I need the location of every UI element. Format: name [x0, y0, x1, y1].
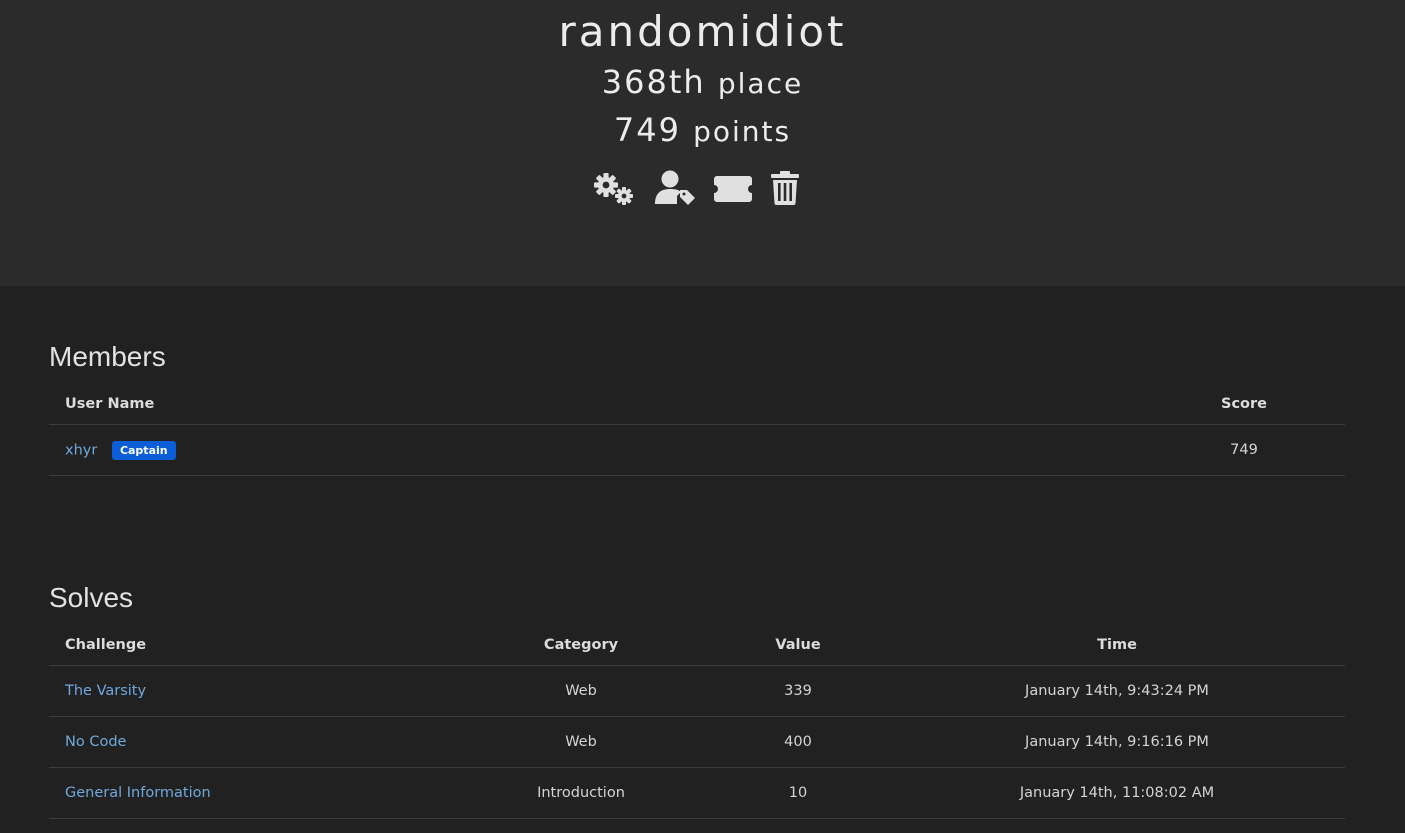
value-cell: 400 — [707, 716, 889, 768]
table-row: xhyr Captain 749 — [49, 424, 1345, 476]
user-tag-icon[interactable] — [654, 170, 696, 206]
member-name-link[interactable]: xhyr — [65, 442, 97, 458]
time-cell: January 14th, 9:43:24 PM — [889, 665, 1345, 717]
category-cell: Web — [455, 716, 707, 768]
challenge-link[interactable]: The Varsity — [65, 683, 146, 699]
trash-icon[interactable] — [771, 171, 799, 205]
points-label: points — [693, 115, 792, 148]
captain-badge: Captain — [111, 440, 176, 460]
time-cell: January 14th, 9:16:16 PM — [889, 716, 1345, 768]
place-label: place — [717, 67, 804, 100]
value-cell: 339 — [707, 665, 889, 717]
member-score: 749 — [1143, 424, 1345, 476]
member-cell: xhyr Captain — [49, 424, 1143, 476]
ticket-icon[interactable] — [714, 176, 752, 202]
team-header: randomidiot 368th place 749 points — [0, 0, 1405, 286]
table-row: The Varsity Web 339 January 14th, 9:43:2… — [49, 665, 1345, 717]
challenge-cell: The Varsity — [49, 665, 455, 717]
column-header-user-name: User Name — [49, 384, 1143, 425]
table-row: No Code Web 400 January 14th, 9:16:16 PM — [49, 716, 1345, 768]
category-cell: Web — [455, 665, 707, 717]
category-cell: Introduction — [455, 767, 707, 819]
value-cell: 10 — [707, 767, 889, 819]
column-header-value: Value — [707, 625, 889, 666]
team-points: 749 points — [0, 110, 1405, 152]
team-name: randomidiot — [558, 7, 847, 56]
solves-title: Solves — [49, 582, 134, 613]
column-header-challenge: Challenge — [49, 625, 455, 666]
challenge-cell: General Information — [49, 767, 455, 819]
column-header-category: Category — [455, 625, 707, 666]
challenge-cell: No Code — [49, 716, 455, 768]
solves-table: Challenge Category Value Time The Varsit… — [49, 625, 1345, 819]
column-header-time: Time — [889, 625, 1345, 666]
challenge-link[interactable]: No Code — [65, 734, 126, 750]
place-value: 368th — [601, 63, 706, 101]
points-value: 749 — [613, 111, 681, 149]
team-place: 368th place — [0, 62, 1405, 104]
time-cell: January 14th, 11:08:02 AM — [889, 767, 1345, 819]
members-table: User Name Score xhyr Captain 749 — [49, 384, 1345, 476]
settings-icon[interactable] — [594, 172, 636, 206]
table-row: General Information Introduction 10 Janu… — [49, 767, 1345, 819]
column-header-score: Score — [1143, 384, 1345, 425]
challenge-link[interactable]: General Information — [65, 785, 211, 801]
members-title: Members — [49, 341, 166, 372]
team-actions — [0, 168, 1405, 208]
